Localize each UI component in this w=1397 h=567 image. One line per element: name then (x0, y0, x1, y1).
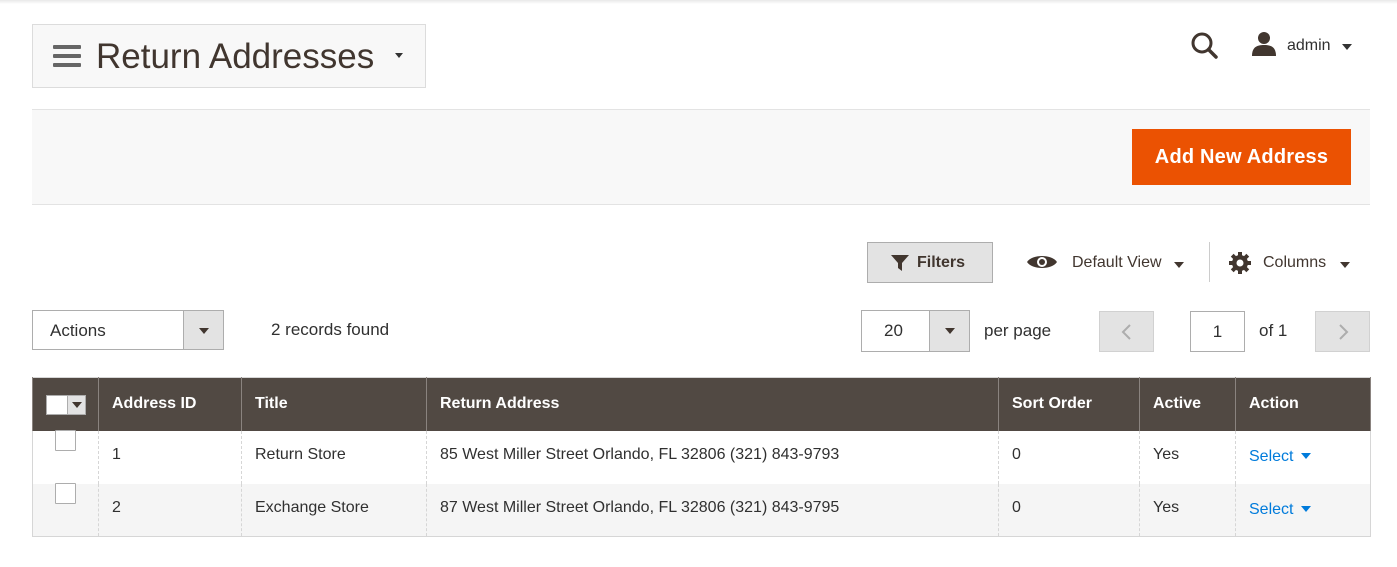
previous-page-button[interactable] (1099, 311, 1154, 352)
filters-button[interactable]: Filters (867, 242, 993, 283)
active-cell: Yes (1139, 483, 1236, 537)
row-action-label: Select (1249, 447, 1294, 465)
add-new-address-button[interactable]: Add New Address (1132, 129, 1351, 185)
per-page-label: per page (984, 321, 1052, 340)
action-cell: Select (1235, 483, 1371, 537)
chevron-down-icon (1342, 44, 1352, 50)
columns-label: Columns (1263, 254, 1327, 271)
column-header-address-id[interactable]: Address ID (98, 377, 242, 431)
per-page-value: 20 (884, 321, 903, 340)
addresses-grid: Address ID Title Return Address Sort Ord… (32, 377, 1371, 537)
title-cell: Return Store (241, 430, 427, 484)
filter-icon (891, 255, 909, 271)
active-cell: Yes (1139, 430, 1236, 484)
address-id-cell: 1 (98, 430, 242, 484)
page-title: Return Addresses (96, 37, 375, 76)
return-address-cell: 87 West Miller Street Orlando, FL 32806 … (426, 483, 999, 537)
row-checkbox[interactable] (55, 482, 76, 504)
column-header-action: Action (1235, 377, 1371, 431)
chevron-left-icon (1121, 324, 1131, 340)
user-name: admin (1287, 37, 1331, 54)
per-page-select[interactable]: 20 (861, 310, 970, 352)
per-page-toggle[interactable] (929, 311, 969, 351)
view-switcher[interactable]: Default View (1022, 246, 1192, 280)
top-shadow (0, 0, 1397, 4)
row-action-select[interactable]: Select (1249, 500, 1312, 519)
eye-icon (1027, 256, 1057, 268)
action-cell: Select (1235, 430, 1371, 484)
view-label: Default View (1072, 254, 1162, 271)
row-action-label: Select (1249, 500, 1294, 518)
chevron-down-icon (1301, 506, 1312, 513)
search-icon[interactable] (1190, 31, 1220, 61)
grid-header-row: Address ID Title Return Address Sort Ord… (32, 377, 1371, 431)
sort-order-cell: 0 (998, 483, 1140, 537)
mass-select-header (32, 377, 99, 431)
chevron-down-icon (1340, 262, 1350, 268)
records-found: 2 records found (271, 320, 390, 339)
mass-select-control[interactable] (45, 394, 86, 415)
gear-icon (1229, 252, 1251, 274)
table-row[interactable]: 2 Exchange Store 87 West Miller Street O… (32, 482, 1371, 537)
column-header-return-address[interactable]: Return Address (426, 377, 999, 431)
title-cell: Exchange Store (241, 483, 427, 537)
filters-label: Filters (917, 254, 966, 271)
mass-actions-label: Actions (50, 321, 106, 340)
chevron-down-icon (1174, 262, 1184, 268)
column-header-title[interactable]: Title (241, 377, 427, 431)
current-page-input[interactable] (1190, 311, 1245, 352)
column-header-active[interactable]: Active (1139, 377, 1236, 431)
return-address-cell: 85 West Miller Street Orlando, FL 32806 … (426, 430, 999, 484)
address-id-cell: 2 (98, 483, 242, 537)
chevron-down-icon (395, 53, 403, 58)
row-checkbox[interactable] (55, 429, 76, 451)
menu-icon (53, 45, 81, 67)
sort-order-cell: 0 (998, 430, 1140, 484)
toolbar-divider (1209, 242, 1210, 282)
page-title-switcher[interactable]: Return Addresses (32, 24, 426, 88)
row-action-select[interactable]: Select (1249, 447, 1312, 466)
next-page-button[interactable] (1315, 311, 1370, 352)
chevron-down-icon (199, 328, 209, 334)
mass-actions-select[interactable]: Actions (32, 310, 224, 350)
chevron-down-icon (945, 328, 955, 334)
chevron-right-icon (1339, 324, 1349, 340)
row-select-cell (32, 482, 99, 537)
user-icon (1251, 31, 1277, 57)
chevron-down-icon (1301, 453, 1312, 460)
chevron-down-icon (71, 401, 82, 408)
total-pages-label: of 1 (1259, 321, 1288, 340)
table-row[interactable]: 1 Return Store 85 West Miller Street Orl… (32, 429, 1371, 484)
row-select-cell (32, 429, 99, 484)
column-header-sort-order[interactable]: Sort Order (998, 377, 1140, 431)
mass-actions-toggle[interactable] (183, 311, 223, 349)
columns-control[interactable]: Columns (1222, 246, 1357, 280)
